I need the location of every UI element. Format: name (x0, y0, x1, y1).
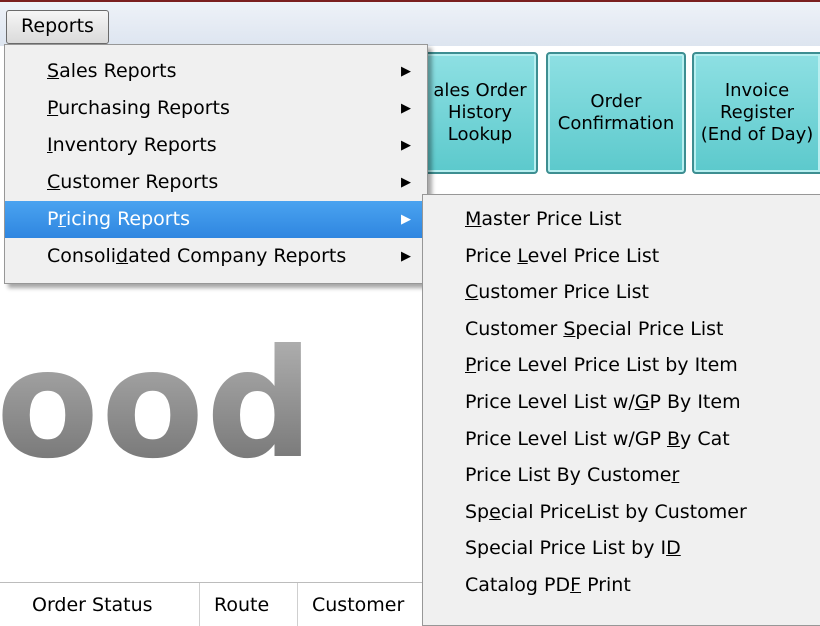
reports-dropdown-menu: Sales Reports ▶ Purchasing Reports ▶ Inv… (4, 44, 428, 284)
menu-item-accelerator: M (465, 208, 482, 230)
menu-item-label: ustomer Price List (478, 281, 649, 304)
menu-item-accelerator: r (58, 208, 66, 230)
menu-item-label: aster Price List (481, 208, 622, 230)
menu-item-accelerator: P (465, 354, 477, 377)
menu-item-label: P (47, 208, 59, 230)
column-header-customer[interactable]: Customer (298, 583, 428, 626)
menu-item-label: Price Level List w/ (465, 390, 635, 413)
menu-item-price-level-price-list[interactable]: Price Level Price List (423, 238, 820, 275)
menu-item-inventory-reports[interactable]: Inventory Reports ▶ (5, 127, 427, 164)
menu-item-special-price-list-by-id[interactable]: Special Price List by ID (423, 530, 820, 567)
menu-item-sales-reports[interactable]: Sales Reports ▶ (5, 53, 427, 90)
menu-item-label: cial PriceList by Customer (500, 500, 747, 523)
menu-item-accelerator: S (563, 317, 576, 340)
submenu-arrow-icon: ▶ (401, 249, 411, 264)
menu-item-catalog-pdf-print[interactable]: Catalog PDF Print (423, 567, 820, 604)
menu-item-consolidated-company-reports[interactable]: Consolidated Company Reports ▶ (5, 238, 427, 275)
column-header-route[interactable]: Route (200, 583, 298, 626)
menu-item-label: ustomer Reports (60, 171, 219, 193)
menu-item-accelerator: C (47, 171, 61, 193)
menu-item-accelerator: P (47, 97, 59, 119)
menu-item-label: y Cat (680, 427, 730, 450)
order-confirmation-button[interactable]: Order Confirmation (546, 52, 686, 174)
menu-item-price-level-list-gp-by-item[interactable]: Price Level List w/GP By Item (423, 384, 820, 421)
menu-item-label: Price List By Custome (465, 464, 672, 487)
submenu-arrow-icon: ▶ (401, 212, 411, 227)
menu-item-purchasing-reports[interactable]: Purchasing Reports ▶ (5, 90, 427, 127)
menu-item-price-level-price-list-by-item[interactable]: Price Level Price List by Item (423, 347, 820, 384)
menu-item-label: Price (465, 244, 518, 267)
menu-item-label: Sp (465, 500, 490, 523)
menu-item-pricing-reports[interactable]: Pricing Reports ▶ (5, 201, 427, 238)
menu-item-special-pricelist-by-customer[interactable]: Special PriceList by Customer (423, 494, 820, 531)
menu-item-label: ated Company Reports (128, 245, 347, 267)
menu-item-customer-reports[interactable]: Customer Reports ▶ (5, 164, 427, 201)
menu-item-accelerator: G (634, 390, 650, 413)
menu-item-label: Special Price List by I (465, 537, 667, 560)
menu-item-accelerator: e (489, 500, 501, 523)
menu-item-label: urchasing Reports (58, 97, 230, 119)
menu-item-price-list-by-customer[interactable]: Price List By Customer (423, 457, 820, 494)
menu-reports[interactable]: Reports (6, 10, 109, 44)
menu-item-label: pecial Price List (575, 317, 724, 340)
menu-item-accelerator: L (517, 244, 528, 267)
submenu-arrow-icon: ▶ (401, 138, 411, 153)
menu-item-accelerator: C (465, 281, 479, 304)
pricing-reports-submenu: Master Price List Price Level Price List… (422, 194, 820, 626)
column-header-order-status[interactable]: Order Status (0, 583, 200, 626)
menu-item-label: nventory Reports (52, 134, 217, 156)
menu-item-label: P By Item (649, 390, 741, 413)
menu-item-label: Print (581, 573, 631, 596)
sales-order-history-lookup-button[interactable]: ales Order History Lookup (412, 52, 538, 174)
menu-bar: Reports (0, 0, 820, 46)
menu-item-master-price-list[interactable]: Master Price List (423, 201, 820, 238)
submenu-arrow-icon: ▶ (401, 64, 411, 79)
menu-item-accelerator: r (671, 464, 680, 487)
menu-item-accelerator: D (666, 537, 681, 560)
invoice-register-button[interactable]: Invoice Register (End of Day) (692, 52, 820, 174)
menu-item-label: icing Reports (65, 208, 190, 230)
menu-item-accelerator: d (116, 245, 129, 267)
menu-item-price-level-list-gp-by-cat[interactable]: Price Level List w/GP By Cat (423, 421, 820, 458)
menu-item-label: Customer (465, 317, 564, 340)
menu-item-accelerator: S (47, 60, 60, 82)
submenu-arrow-icon: ▶ (401, 175, 411, 190)
menu-item-label: ales Reports (59, 60, 177, 82)
menu-item-label: Price Level List w/GP (465, 427, 667, 450)
menu-item-accelerator: F (570, 573, 582, 596)
menu-item-customer-special-price-list[interactable]: Customer Special Price List (423, 311, 820, 348)
menu-item-label: evel Price List (527, 244, 660, 267)
menu-item-accelerator: B (667, 427, 681, 450)
submenu-arrow-icon: ▶ (401, 101, 411, 116)
hero-logo-text: ood (0, 325, 315, 485)
menu-item-label: Catalog PD (465, 573, 571, 596)
menu-item-label: rice Level Price List by Item (476, 354, 738, 377)
menu-item-label: Consoli (47, 245, 117, 267)
menu-item-customer-price-list[interactable]: Customer Price List (423, 274, 820, 311)
